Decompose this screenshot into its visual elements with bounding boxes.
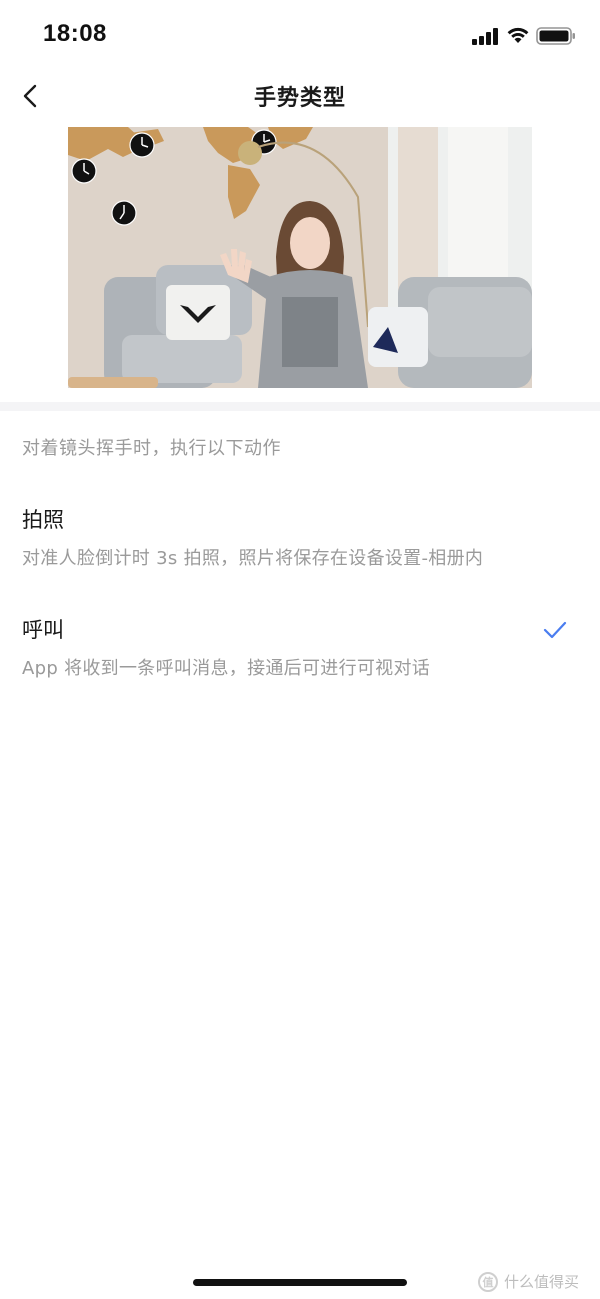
watermark-logo-icon: 值 xyxy=(478,1271,498,1292)
screen: 18:08 手势类型 对着镜头挥手时，执行以下动作 拍照 对准人脸倒计时 3s … xyxy=(0,0,600,1299)
hint-text: 对着镜头挥手时，执行以下动作 xyxy=(22,438,281,459)
status-time: 18:08 xyxy=(43,20,107,47)
status-bar: 18:08 xyxy=(0,0,600,70)
option-call[interactable]: 呼叫 App 将收到一条呼叫消息，接通后可进行可视对话 xyxy=(0,614,600,714)
checkmark-icon xyxy=(543,621,567,639)
option-description: App 将收到一条呼叫消息，接通后可进行可视对话 xyxy=(22,658,431,679)
watermark-text: 什么值得买 xyxy=(504,1273,580,1291)
watermark: 值 什么值得买 xyxy=(478,1271,579,1292)
option-title: 拍照 xyxy=(22,508,64,532)
option-description: 对准人脸倒计时 3s 拍照，照片将保存在设备设置-相册内 xyxy=(22,548,484,569)
option-title: 呼叫 xyxy=(22,618,64,642)
battery-icon xyxy=(536,27,575,45)
signal-icon xyxy=(472,28,498,45)
option-take-photo[interactable]: 拍照 对准人脸倒计时 3s 拍照，照片将保存在设备设置-相册内 xyxy=(0,504,600,604)
page-title: 手势类型 xyxy=(253,86,346,111)
section-divider xyxy=(0,402,600,411)
gesture-preview-image xyxy=(68,127,532,388)
room-photo xyxy=(68,127,532,388)
wifi-icon xyxy=(507,27,529,43)
home-indicator[interactable] xyxy=(193,1279,407,1286)
nav-bar: 手势类型 xyxy=(0,70,600,125)
